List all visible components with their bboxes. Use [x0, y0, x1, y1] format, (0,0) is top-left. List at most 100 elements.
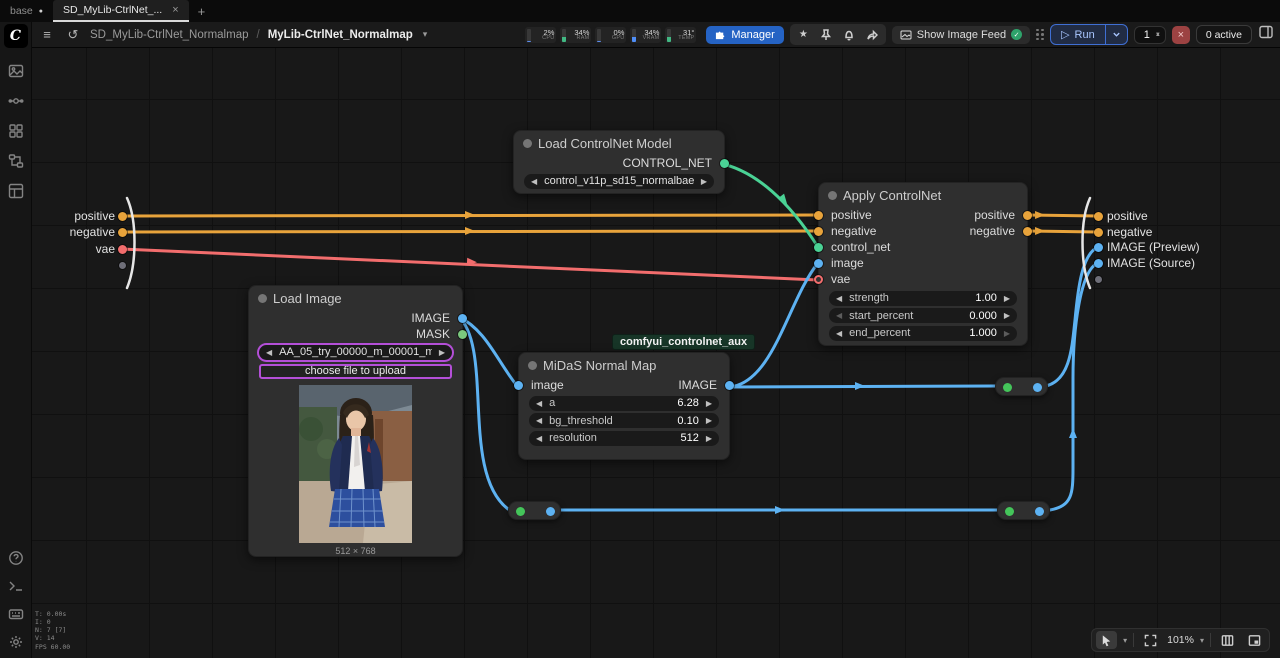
collapsed-node-reroute-a[interactable]	[995, 377, 1048, 396]
workflows-icon[interactable]	[7, 152, 24, 169]
hamburger-menu-icon[interactable]: ≡	[38, 27, 56, 42]
run-button-main[interactable]: ▷ Run	[1051, 25, 1105, 44]
decrement-icon[interactable]: ◀	[536, 434, 542, 443]
port-mask-out[interactable]	[458, 330, 467, 339]
run-options-caret[interactable]	[1105, 25, 1127, 44]
combo-prev-icon[interactable]: ◀	[266, 348, 272, 357]
output-port-image-preview[interactable]	[1094, 243, 1103, 252]
input-port-positive[interactable]	[118, 212, 127, 221]
pin-icon[interactable]	[815, 26, 838, 43]
pointer-tool-button[interactable]	[1096, 631, 1117, 649]
port-image-out[interactable]	[1035, 507, 1044, 516]
right-panel-toggle[interactable]	[1258, 24, 1274, 45]
port-image-in[interactable]	[814, 259, 823, 268]
port-control-net-in[interactable]	[814, 243, 823, 252]
collapse-dot[interactable]	[828, 191, 837, 200]
close-tab-icon[interactable]: ×	[172, 4, 178, 16]
port-negative-out[interactable]	[1023, 227, 1032, 236]
node-library-icon[interactable]	[7, 92, 24, 109]
strength-widget[interactable]: ◀ strength 1.00 ▶	[829, 291, 1017, 306]
tab-active-workflow[interactable]: SD_MyLib-CtrlNet_... ×	[53, 0, 189, 22]
collapsed-node-reroute-b[interactable]	[508, 501, 561, 520]
show-image-feed-button[interactable]: Show Image Feed ✓	[892, 26, 1030, 44]
share-icon[interactable]	[861, 26, 884, 43]
decrement-icon[interactable]: ◀	[836, 329, 842, 338]
end-percent-widget[interactable]: ◀ end_percent 1.000 ▶	[829, 326, 1017, 341]
templates-icon[interactable]	[7, 182, 24, 199]
collapse-dot[interactable]	[1003, 383, 1012, 392]
graph-canvas[interactable]: positive negative vae positive ne	[32, 48, 1280, 658]
output-port-image-source[interactable]	[1094, 259, 1103, 268]
minimap-button[interactable]	[1244, 631, 1265, 649]
collapse-dot[interactable]	[1005, 507, 1014, 516]
manager-button[interactable]: Manager	[706, 26, 783, 44]
layout-columns-button[interactable]	[1217, 631, 1238, 649]
input-port-empty[interactable]	[119, 262, 126, 269]
increment-icon[interactable]: ▶	[706, 416, 712, 425]
combo-prev-icon[interactable]: ◀	[531, 177, 537, 186]
controlnet-model-combo[interactable]: ◀ control_v11p_sd15_normalbae_f ... ▶	[524, 174, 714, 189]
decrement-icon[interactable]: ◀	[836, 294, 842, 303]
new-tab-button[interactable]: +	[189, 0, 215, 22]
port-control-net-out[interactable]	[720, 159, 729, 168]
increment-icon[interactable]: ▶	[1004, 294, 1010, 303]
shortcuts-icon[interactable]	[7, 605, 24, 622]
collapse-dot[interactable]	[516, 507, 525, 516]
breadcrumb-current[interactable]: MyLib-CtrlNet_Normalmap	[268, 29, 413, 41]
cancel-run-button[interactable]: ×	[1172, 26, 1190, 44]
bg-threshold-widget[interactable]: ◀ bg_threshold 0.10 ▶	[529, 413, 719, 428]
choose-file-button[interactable]: choose file to upload	[259, 364, 452, 379]
star-icon[interactable]: ★	[792, 26, 815, 43]
bell-icon[interactable]	[838, 26, 861, 43]
input-port-negative[interactable]	[118, 228, 127, 237]
model-library-icon[interactable]	[7, 122, 24, 139]
toolbar-drag-handle[interactable]	[1036, 29, 1044, 41]
tab-base[interactable]: base ●	[0, 0, 53, 22]
output-port-positive[interactable]	[1094, 212, 1103, 221]
node-load-image[interactable]: Load Image IMAGE MASK ◀ AA_05_try_00000_…	[248, 285, 463, 557]
tool-caret-icon[interactable]: ▾	[1123, 636, 1127, 645]
output-port-empty[interactable]	[1095, 276, 1102, 283]
port-positive-out[interactable]	[1023, 211, 1032, 220]
increment-icon[interactable]: ▶	[706, 399, 712, 408]
settings-gear-icon[interactable]	[7, 633, 24, 650]
decrement-icon[interactable]: ◀	[536, 399, 542, 408]
combo-next-icon[interactable]: ▶	[439, 348, 445, 357]
output-port-negative[interactable]	[1094, 228, 1103, 237]
fit-view-button[interactable]	[1140, 631, 1161, 649]
collapse-dot[interactable]	[528, 361, 537, 370]
queue-icon[interactable]	[7, 62, 24, 79]
a-widget[interactable]: ◀ a 6.28 ▶	[529, 396, 719, 411]
undo-icon[interactable]: ↺	[64, 27, 82, 43]
breadcrumb-caret-icon[interactable]: ▾	[423, 29, 428, 40]
increment-icon[interactable]: ▶	[1004, 329, 1010, 338]
image-file-combo[interactable]: ◀ AA_05_try_00000_m_00001_m.j ... ▶	[259, 345, 452, 360]
zoom-caret-icon[interactable]: ▾	[1200, 636, 1204, 645]
increment-icon[interactable]: ▶	[1004, 311, 1010, 320]
terminal-icon[interactable]	[7, 577, 24, 594]
port-image-out[interactable]	[458, 314, 467, 323]
batch-count-input[interactable]: 1 ▲▼	[1134, 26, 1166, 44]
collapse-dot[interactable]	[258, 294, 267, 303]
port-image-out[interactable]	[725, 381, 734, 390]
increment-icon[interactable]: ▶	[706, 434, 712, 443]
help-icon[interactable]	[7, 549, 24, 566]
resolution-widget[interactable]: ◀ resolution 512 ▶	[529, 431, 719, 446]
decrement-icon[interactable]: ◀	[536, 416, 542, 425]
zoom-level[interactable]: 101%	[1167, 634, 1194, 646]
collapsed-node-reroute-c[interactable]	[997, 501, 1050, 520]
image-preview[interactable]	[299, 385, 412, 543]
port-vae-in[interactable]	[814, 275, 823, 284]
collapse-dot[interactable]	[523, 139, 532, 148]
decrement-icon[interactable]: ◀	[836, 311, 842, 320]
start-percent-widget[interactable]: ◀ start_percent 0.000 ▶	[829, 308, 1017, 323]
breadcrumb-root[interactable]: SD_MyLib-CtrlNet_Normalmap	[90, 29, 248, 41]
port-image-out[interactable]	[546, 507, 555, 516]
port-negative-in[interactable]	[814, 227, 823, 236]
node-midas-normal-map[interactable]: MiDaS Normal Map image IMAGE ◀ a 6.28 ▶	[518, 352, 730, 460]
port-image-in[interactable]	[514, 381, 523, 390]
port-image-out[interactable]	[1033, 383, 1042, 392]
node-load-controlnet-model[interactable]: Load ControlNet Model CONTROL_NET ◀ cont…	[513, 130, 725, 194]
node-apply-controlnet[interactable]: Apply ControlNet positive positive negat…	[818, 182, 1028, 346]
port-positive-in[interactable]	[814, 211, 823, 220]
